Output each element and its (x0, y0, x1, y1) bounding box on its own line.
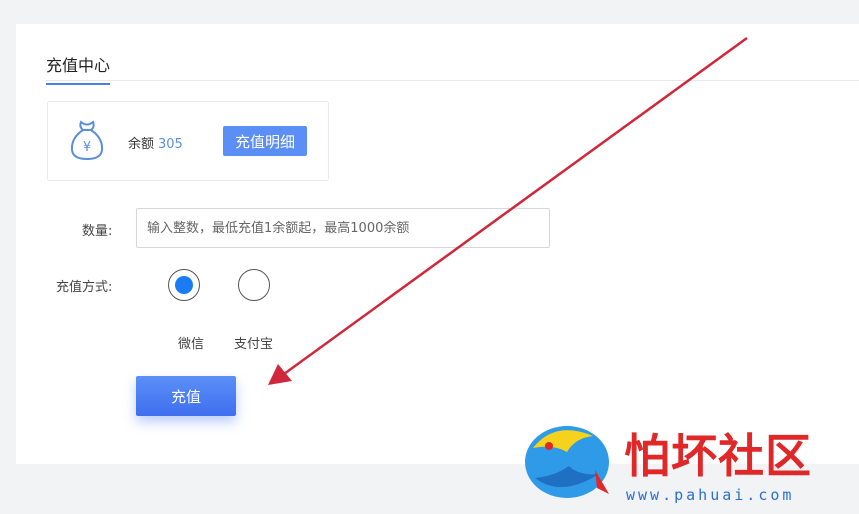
watermark-url: www.pahuai.com (626, 486, 795, 504)
pahuai-logo-icon (525, 426, 609, 498)
watermark-title: 怕坏社区 (624, 429, 812, 483)
